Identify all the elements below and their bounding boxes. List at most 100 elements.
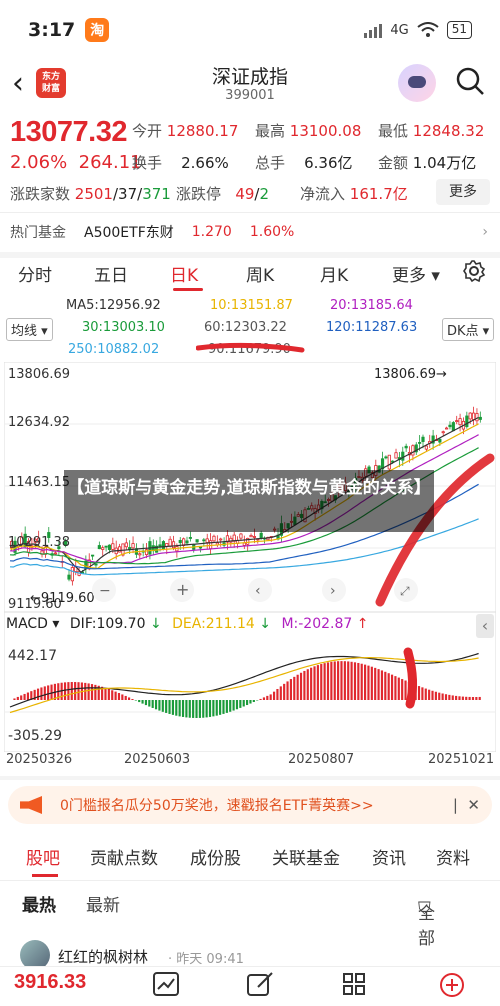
- bottom-index-price[interactable]: 3916.33: [14, 971, 86, 994]
- macd-bar: [138, 700, 141, 703]
- macd-chart[interactable]: 442.17 -305.29: [4, 612, 496, 752]
- wifi-icon: [417, 22, 439, 37]
- signal-icon: [364, 22, 383, 38]
- macd-bar: [63, 682, 67, 700]
- macd-bar: [377, 669, 380, 700]
- macd-bar: [461, 696, 464, 700]
- macd-bar: [306, 669, 309, 700]
- candle: [131, 543, 135, 549]
- macd-bar: [117, 693, 121, 700]
- macd-bar: [249, 700, 252, 704]
- tab-monthly-k[interactable]: 月K: [320, 261, 348, 286]
- macd-bar: [448, 694, 451, 700]
- macd-bar: [320, 664, 323, 700]
- candle: [411, 445, 415, 456]
- macd-legend: MACD ▾ DIF:109.70 ↓ DEA:211.14 ↓ M:-202.…: [6, 616, 369, 632]
- candle: [458, 418, 462, 426]
- candle: [418, 442, 422, 444]
- candle: [101, 547, 105, 550]
- macd-bar: [70, 682, 73, 700]
- macd-bar: [303, 670, 306, 700]
- candle: [242, 542, 246, 546]
- tab-profile[interactable]: 资料: [436, 844, 470, 869]
- tab-news[interactable]: 资讯: [372, 844, 406, 869]
- macd-bar: [367, 665, 370, 700]
- svg-text:›: ›: [330, 583, 336, 599]
- high-row: 最高 13100.08: [255, 122, 362, 140]
- sort-new[interactable]: 最新: [86, 891, 120, 916]
- sort-filter-row: 最热 最新 ⛉ 全部: [0, 886, 500, 949]
- inflow-row: 净流入 161.7亿: [300, 185, 408, 203]
- network-label: 4G: [390, 22, 409, 38]
- macd-bar: [141, 700, 144, 704]
- macd-selector[interactable]: MACD ▾: [6, 616, 59, 632]
- macd-bar: [357, 662, 360, 700]
- macd-bar: [43, 686, 46, 700]
- divider: [0, 880, 500, 881]
- candle: [161, 541, 165, 550]
- macd-bar: [286, 681, 289, 700]
- macd-bar: [276, 688, 279, 700]
- macd-bar: [451, 695, 454, 700]
- dk-selector[interactable]: DK点 ▾: [442, 318, 495, 341]
- gear-icon[interactable]: [462, 259, 486, 283]
- candle: [252, 536, 257, 538]
- bottom-bar: 3916.33: [0, 966, 500, 1006]
- tab-related-funds[interactable]: 关联基金: [272, 844, 340, 869]
- candle: [455, 420, 459, 423]
- sort-hot[interactable]: 最热: [22, 891, 56, 916]
- candle: [424, 445, 428, 450]
- candle: [67, 574, 71, 580]
- status-time: 3:17: [28, 19, 76, 41]
- tab-constituents[interactable]: 成份股: [190, 844, 241, 869]
- tab-more[interactable]: 更多 ▾: [392, 261, 440, 286]
- macd-bar: [195, 700, 198, 718]
- macd-bar: [94, 684, 97, 700]
- macd-bar: [404, 680, 407, 700]
- macd-bar: [77, 682, 80, 700]
- limit-row: 涨跌停 49/2: [176, 185, 270, 203]
- macd-bar: [198, 700, 201, 718]
- battery-icon: 51: [446, 21, 472, 39]
- tab-guba[interactable]: 股吧: [26, 844, 60, 869]
- collapse-icon[interactable]: ‹: [476, 614, 494, 638]
- search-icon[interactable]: [455, 66, 485, 96]
- macd-bar: [111, 690, 114, 700]
- tab-five-day[interactable]: 五日: [94, 261, 128, 286]
- candle: [421, 436, 425, 442]
- macd-bar: [455, 695, 458, 700]
- promo-banner[interactable]: 0门槛报名瓜分50万奖池，速戳报名ETF菁英赛>> | ✕: [8, 786, 492, 824]
- add-watchlist-icon[interactable]: [432, 971, 472, 1001]
- post-time: · 昨天 09:41: [168, 952, 244, 967]
- tab-contribution[interactable]: 贡献点数: [90, 844, 158, 869]
- hot-fund-row[interactable]: 热门基金 A500ETF东财 1.270 1.60% ›: [0, 215, 500, 249]
- macd-bar: [390, 674, 394, 700]
- candle: [387, 454, 391, 470]
- ai-assistant-icon[interactable]: [398, 64, 436, 102]
- chevron-right-icon: ›: [482, 224, 488, 240]
- macd-bar: [90, 684, 94, 700]
- ma10-value: 10:13151.87: [210, 298, 293, 313]
- close-icon[interactable]: | ✕: [453, 796, 480, 814]
- grid-icon[interactable]: [334, 971, 374, 1001]
- tab-weekly-k[interactable]: 周K: [246, 261, 274, 286]
- macd-bar: [114, 691, 117, 700]
- macd-bar: [36, 688, 40, 700]
- svg-text:−: −: [99, 583, 111, 599]
- macd-bar: [269, 694, 272, 700]
- candle: [138, 553, 142, 556]
- chart-icon[interactable]: [146, 971, 186, 1001]
- ma-selector[interactable]: 均线 ▾: [6, 318, 53, 341]
- edit-icon[interactable]: [240, 971, 280, 1001]
- tab-daily-k[interactable]: 日K: [170, 261, 198, 286]
- post-author[interactable]: 红红的枫树林: [58, 946, 148, 967]
- y-label-4: 10291.38: [8, 535, 70, 550]
- macd-bar: [134, 700, 137, 701]
- tab-intraday[interactable]: 分时: [18, 261, 52, 286]
- hot-fund-name: A500ETF东财: [84, 225, 174, 241]
- macd-bar: [283, 683, 286, 700]
- macd-bar: [441, 693, 444, 700]
- more-button[interactable]: 更多: [436, 179, 490, 205]
- period-tabs: 分时 五日 日K 周K 月K 更多 ▾: [0, 255, 500, 291]
- candle: [239, 533, 243, 539]
